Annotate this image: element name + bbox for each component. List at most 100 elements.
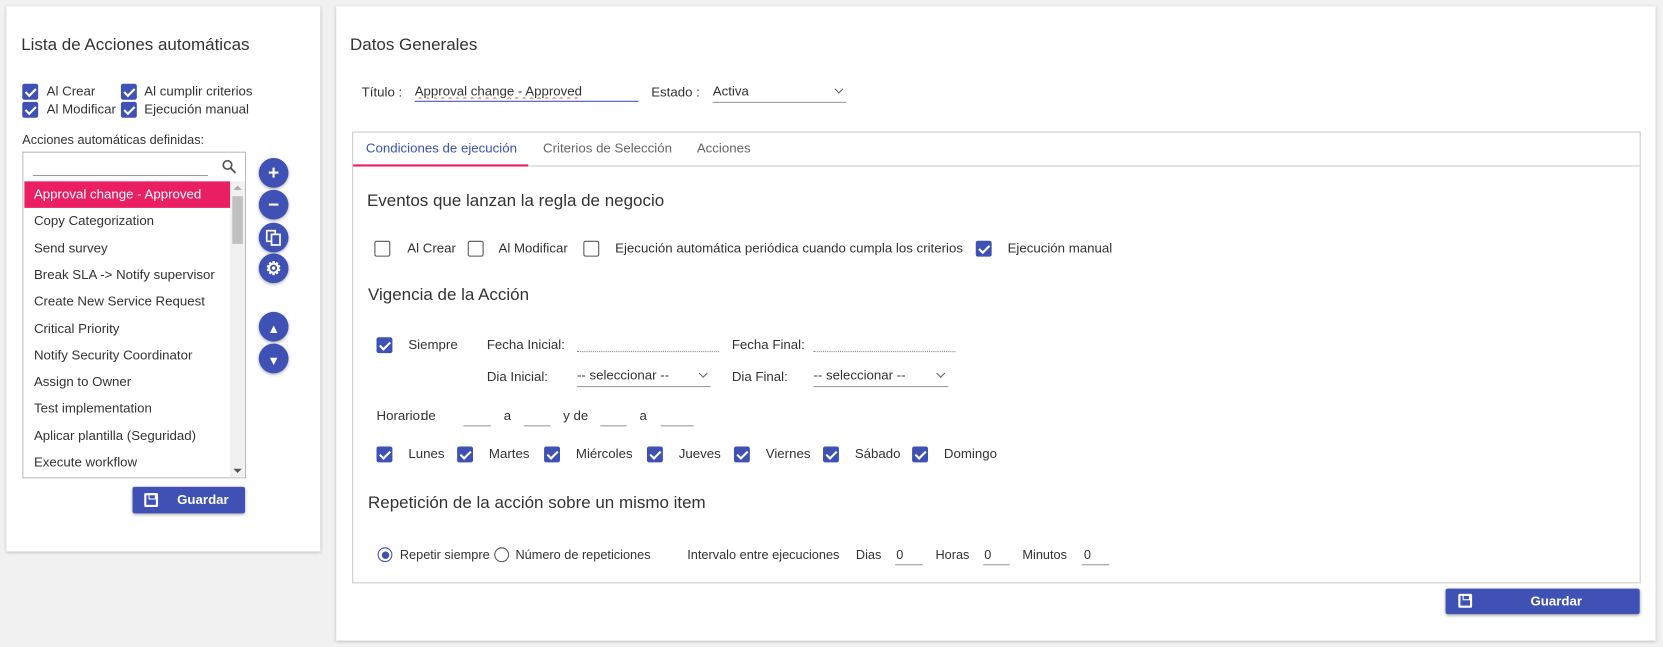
list-item[interactable]: Test implementation	[24, 396, 230, 423]
list-label: Acciones automáticas definidas:	[22, 132, 205, 148]
save-label: Guardar	[177, 492, 229, 507]
list-item[interactable]: Create New Service Request	[24, 289, 230, 316]
search-icon[interactable]	[222, 159, 237, 174]
estado-select[interactable]: Activa	[712, 83, 847, 103]
titulo-label: Título :	[361, 84, 403, 100]
day-checkbox[interactable]	[376, 446, 393, 463]
day-label: Sábado	[854, 446, 901, 462]
active-tab-indicator	[353, 164, 529, 167]
dia-final-select[interactable]: -- seleccionar --	[813, 367, 949, 388]
list-item[interactable]: Notify Security Coordinator	[24, 342, 230, 369]
chevron-down-icon	[698, 368, 708, 378]
evento-label: Al Modificar	[498, 240, 568, 256]
dia-final-label: Dia Final:	[731, 369, 788, 384]
fecha-final-input[interactable]	[813, 351, 956, 353]
scrollbar-thumb[interactable]	[232, 196, 243, 244]
day-checkbox[interactable]	[912, 446, 929, 463]
day-checkbox[interactable]	[544, 446, 560, 463]
left-save-button[interactable]: Guardar	[132, 486, 245, 514]
horario-label: Horario:	[376, 408, 424, 424]
day-checkbox[interactable]	[823, 446, 839, 463]
minutos-label: Minutos	[1022, 547, 1067, 563]
tab-criterios[interactable]: Criterios de Selección	[543, 141, 672, 156]
filter-ejecucion-manual-checkbox[interactable]	[120, 101, 137, 118]
list-scrollbar[interactable]	[230, 181, 245, 478]
repetir-siempre-label: Repetir siempre	[399, 547, 490, 563]
move-down-button[interactable]: ▼	[258, 343, 289, 374]
evento-al-crear-checkbox[interactable]	[374, 240, 391, 257]
filter-al-cumplir-checkbox[interactable]	[120, 83, 137, 100]
filter-label: Al Crear	[46, 83, 96, 99]
evento-label: Ejecución automática periódica cuando cu…	[615, 240, 963, 256]
main-save-button[interactable]: Guardar	[1445, 588, 1640, 615]
move-up-button[interactable]: ▲	[258, 311, 289, 342]
evento-periodica-checkbox[interactable]	[583, 240, 600, 257]
horas-input[interactable]: 0	[983, 546, 1010, 566]
siempre-checkbox[interactable]	[376, 337, 393, 354]
list-item[interactable]: Copy Categorization	[24, 208, 230, 235]
hora-fin-1-input[interactable]	[523, 425, 551, 427]
siempre-label: Siempre	[408, 337, 458, 353]
list-search-input[interactable]	[32, 156, 208, 177]
intervalo-label: Intervalo entre ejecuciones	[687, 547, 840, 563]
filter-label: Al cumplir criterios	[144, 83, 253, 99]
remove-action-button[interactable]: −	[258, 189, 289, 220]
hora-inicio-1-input[interactable]	[463, 425, 492, 427]
chevron-down-icon	[936, 368, 946, 378]
fecha-inicial-input[interactable]	[576, 351, 720, 353]
copy-action-button[interactable]	[258, 222, 289, 253]
filter-al-crear-checkbox[interactable]	[22, 83, 39, 100]
y-de-label: y de	[563, 408, 589, 424]
numero-repeticiones-radio[interactable]	[494, 547, 510, 563]
add-action-button[interactable]: +	[258, 158, 289, 188]
evento-al-modificar-checkbox[interactable]	[467, 240, 484, 257]
hora-fin-2-input[interactable]	[660, 425, 694, 427]
day-checkbox[interactable]	[733, 446, 750, 463]
gear-icon: ⚙	[265, 258, 282, 279]
list-item[interactable]: Execute workflow	[24, 450, 230, 477]
list-item[interactable]: Assign to Owner	[24, 369, 230, 396]
fecha-final-label: Fecha Final:	[731, 337, 805, 353]
tab-condiciones[interactable]: Condiciones de ejecución	[366, 141, 517, 156]
day-label: Martes	[488, 446, 530, 462]
dias-label: Dias	[855, 547, 882, 563]
evento-label: Ejecución manual	[1007, 240, 1113, 256]
dias-input[interactable]: 0	[895, 546, 923, 566]
settings-action-button[interactable]: ⚙	[258, 253, 289, 284]
vigencia-heading: Vigencia de la Acción	[368, 286, 530, 305]
repetir-siempre-radio[interactable]	[377, 547, 393, 563]
list-item[interactable]: Send survey	[24, 235, 230, 262]
day-checkbox[interactable]	[457, 446, 474, 463]
scroll-up-arrow-icon[interactable]	[233, 185, 242, 190]
day-label: Miércoles	[575, 446, 633, 462]
list-item[interactable]: Approval change - Approved	[24, 181, 231, 208]
eventos-heading: Eventos que lanzan la regla de negocio	[366, 191, 665, 210]
dia-final-value: -- seleccionar --	[813, 368, 906, 383]
copy-icon	[265, 229, 281, 246]
chevron-down-icon	[834, 84, 844, 94]
a-label: a	[503, 408, 512, 424]
hora-inicio-2-input[interactable]	[600, 425, 627, 427]
day-checkbox[interactable]	[646, 446, 663, 463]
list-item[interactable]: Break SLA -> Notify supervisor	[24, 262, 230, 289]
minutos-input[interactable]: 0	[1081, 546, 1110, 566]
list-item[interactable]: Aplicar plantilla (Seguridad)	[24, 423, 230, 450]
tab-acciones[interactable]: Acciones	[697, 141, 751, 156]
dia-inicial-select[interactable]: -- seleccionar --	[576, 367, 711, 388]
tab-divider	[353, 165, 1640, 167]
horas-label: Horas	[935, 547, 970, 563]
evento-manual-checkbox[interactable]	[975, 240, 992, 257]
dia-inicial-value: -- seleccionar --	[576, 368, 670, 383]
numero-repeticiones-label: Número de repeticiones	[515, 547, 651, 563]
evento-label: Al Crear	[407, 240, 456, 256]
triangle-up-icon: ▲	[267, 321, 280, 337]
scroll-down-arrow-icon[interactable]	[233, 468, 242, 474]
filter-al-modificar-checkbox[interactable]	[22, 101, 39, 118]
titulo-input[interactable]	[414, 81, 639, 102]
dia-inicial-label: Dia Inicial:	[486, 369, 548, 384]
day-label: Viernes	[765, 446, 811, 462]
plus-icon: +	[268, 162, 280, 184]
day-label: Lunes	[408, 446, 445, 462]
de-label: de	[421, 408, 436, 424]
list-item[interactable]: Critical Priority	[24, 316, 230, 343]
